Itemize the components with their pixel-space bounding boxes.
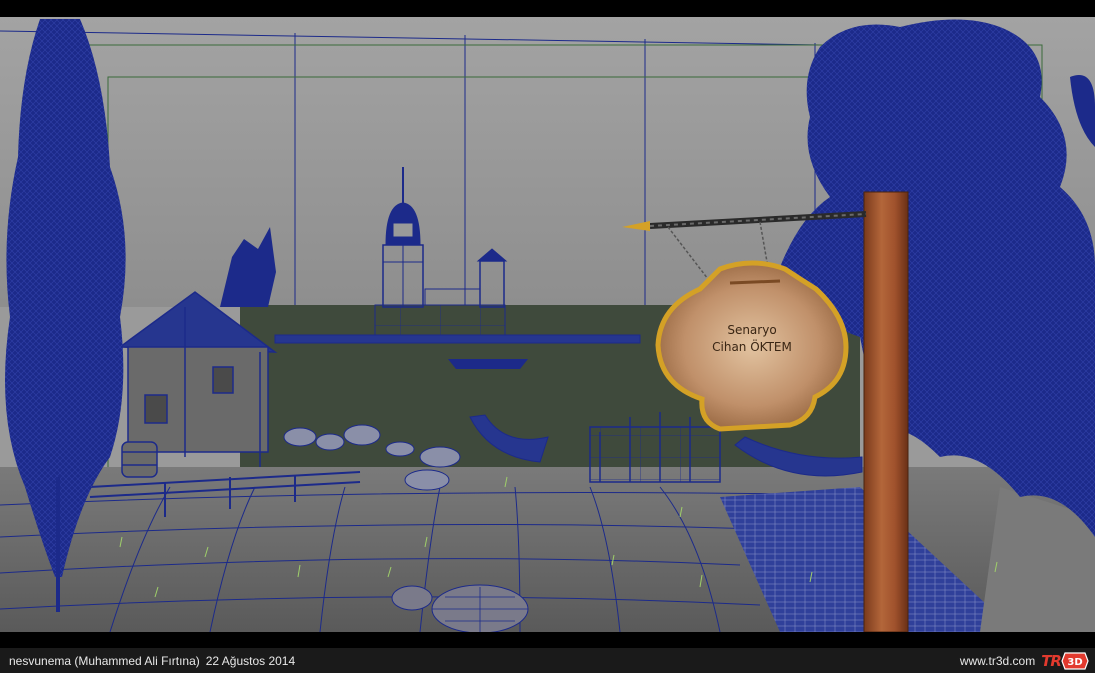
render-viewport: Senaryo Cihan ÖKTEM [0,17,1095,632]
credit-date: 22 Ağustos 2014 [205,654,296,668]
sign-line-1: Senaryo [727,323,776,337]
credit-bar: nesvunema (Muhammed Ali Fırtına) 22 Ağust… [0,648,1095,673]
letterbox-bottom [0,632,1095,648]
logo-mark: 3D [1067,657,1082,668]
credit-line: nesvunema (Muhammed Ali Fırtına) 22 Ağust… [9,654,295,668]
branding: www.tr3d.com TR 3D [960,650,1089,672]
sign-line-2: Cihan ÖKTEM [712,338,792,354]
site-url[interactable]: www.tr3d.com [960,654,1035,668]
logo-3d-badge: 3D [1061,652,1089,670]
wireframe-scene: Senaryo Cihan ÖKTEM [0,17,1095,632]
rowboat [448,359,528,369]
signpost-pole [863,191,909,632]
logo-text: TR [1041,652,1062,670]
letterbox-top [0,0,1095,17]
tr3d-logo: TR 3D [1041,650,1089,672]
author-credit: nesvunema (Muhammed Ali Fırtına) [9,654,200,668]
